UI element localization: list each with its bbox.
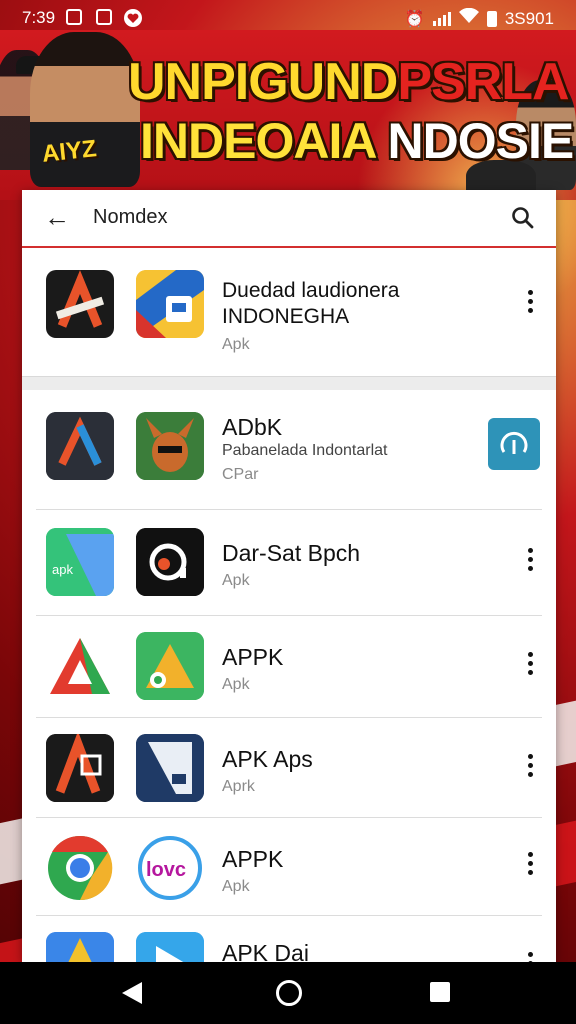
- result-title: APPK: [222, 846, 284, 872]
- banner-headline-2: INDEOAIA NDOSIE: [140, 112, 575, 170]
- heart-icon: [124, 9, 142, 27]
- app-icon-label: lovc: [146, 859, 186, 881]
- list-item[interactable]: APK Dai: [22, 916, 556, 962]
- banner-side-badge: AIYZ: [40, 135, 98, 168]
- featured-result[interactable]: Duedad laudionera INDONEGHA Apk: [22, 248, 556, 376]
- more-vert-icon[interactable]: [528, 952, 534, 962]
- search-query[interactable]: Nomdex: [93, 206, 167, 229]
- app-icon[interactable]: [46, 412, 114, 480]
- result-subtitle: Apk: [222, 676, 250, 693]
- result-title: APPK: [222, 644, 284, 670]
- result-subtitle-2: CPar: [222, 466, 259, 483]
- featured-title: Duedad laudionera INDONEGHA: [222, 278, 399, 330]
- result-subtitle: Apk: [222, 878, 250, 895]
- nav-recents-icon[interactable]: [430, 982, 450, 1002]
- featured-subtitle: Apk: [222, 336, 250, 353]
- more-vert-icon[interactable]: [528, 548, 534, 575]
- headline-1b: PSRLA: [397, 53, 569, 111]
- result-subtitle: Aprk: [222, 778, 255, 795]
- notification-icon: [96, 9, 112, 25]
- list-item[interactable]: apk Dar-Sat Bpch Apk: [22, 510, 556, 616]
- featured-title-line1: Duedad laudionera: [222, 279, 400, 302]
- app-icon[interactable]: apk: [46, 528, 114, 596]
- search-results-sheet: ← Nomdex Duedad laudionera INDONEGHA Apk…: [22, 190, 556, 962]
- featured-app-icon-1[interactable]: [46, 270, 114, 338]
- headline-2b: NDOSIE: [387, 113, 575, 169]
- list-item[interactable]: APK Aps Aprk: [22, 718, 556, 818]
- list-item[interactable]: APPK Apk: [22, 616, 556, 718]
- search-bar: ← Nomdex: [22, 190, 556, 248]
- result-title: APK Aps: [222, 746, 313, 772]
- alarm-icon: ⏰: [404, 10, 425, 28]
- wifi-icon: [458, 7, 479, 29]
- app-icon-label: apk: [52, 562, 73, 577]
- app-icon[interactable]: [136, 632, 204, 700]
- featured-title-line2: INDONEGHA: [222, 305, 350, 328]
- more-vert-icon[interactable]: [528, 652, 534, 679]
- list-item[interactable]: lovc APPK Apk: [22, 818, 556, 916]
- status-right: ⏰ 3S901: [404, 7, 554, 29]
- app-icon-character[interactable]: [136, 412, 204, 480]
- headline-1a: UNPIGUND: [128, 53, 398, 111]
- app-icon[interactable]: [46, 734, 114, 802]
- more-vert-icon[interactable]: [528, 290, 534, 317]
- app-icon[interactable]: [136, 528, 204, 596]
- headline-2a: INDEOAIA: [140, 113, 376, 169]
- result-title: APK Dai: [222, 940, 309, 962]
- app-icon[interactable]: lovc: [136, 834, 204, 902]
- chrome-icon[interactable]: [46, 834, 114, 902]
- nav-home-icon[interactable]: [276, 980, 302, 1006]
- banner-headline-1: UNPIGUNDPSRLA: [128, 52, 570, 112]
- more-vert-icon[interactable]: [528, 754, 534, 781]
- status-time: 7:39: [22, 8, 56, 27]
- result-subtitle: Pabanelada Indontarlat: [222, 442, 388, 459]
- install-button[interactable]: [488, 418, 540, 470]
- status-right-text: 3S901: [504, 8, 554, 28]
- result-title: Dar-Sat Bpch: [222, 540, 361, 566]
- app-icon[interactable]: [46, 632, 114, 700]
- list-item[interactable]: ADbK Pabanelada Indontarlat CPar: [22, 390, 556, 510]
- navigation-bar: [0, 962, 576, 1024]
- result-subtitle: Apk: [222, 572, 250, 589]
- result-title: ADbK: [222, 414, 283, 440]
- app-icon[interactable]: [136, 734, 204, 802]
- arrow-left-icon[interactable]: ←: [44, 204, 70, 230]
- search-icon[interactable]: [510, 205, 536, 231]
- image-icon: [66, 9, 82, 25]
- app-icon[interactable]: [46, 932, 114, 962]
- more-vert-icon[interactable]: [528, 852, 534, 879]
- nav-back-icon[interactable]: [122, 982, 142, 1004]
- signal-icon: [432, 11, 451, 26]
- app-icon[interactable]: [136, 932, 204, 962]
- status-bar: 7:39 ⏰ 3S901: [0, 0, 576, 34]
- featured-app-icon-2[interactable]: [136, 270, 204, 338]
- battery-icon: [486, 10, 497, 27]
